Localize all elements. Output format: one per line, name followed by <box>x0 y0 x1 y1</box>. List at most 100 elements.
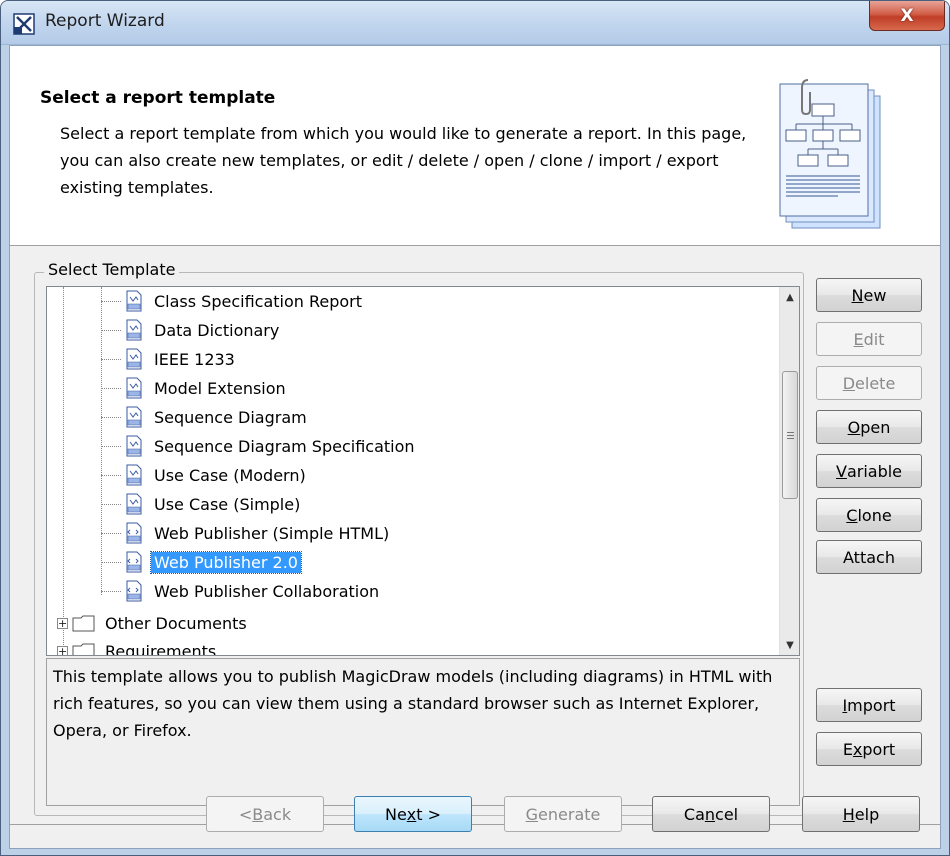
tree-connector <box>101 388 121 389</box>
html-template-icon <box>126 522 142 544</box>
btn-mnemonic: D <box>842 373 856 393</box>
folder-label: Other Documents <box>105 613 247 633</box>
tree-connector <box>101 591 121 592</box>
template-label: Data Dictionary <box>154 320 280 340</box>
list-item[interactable]: Use Case (Simple) <box>123 490 303 518</box>
list-item[interactable]: Class Specification Report <box>123 287 365 315</box>
tree-folder-other-documents[interactable]: + Other Documents <box>57 609 250 637</box>
open-button[interactable]: Open <box>816 410 922 444</box>
report-wizard-window: Report Wizard X Select a report template… <box>0 0 950 856</box>
btn-text: enerate <box>538 804 601 824</box>
btn-text: cel <box>715 804 739 824</box>
close-button[interactable]: X <box>869 1 945 31</box>
btn-text: elp <box>854 804 880 824</box>
report-template-icon <box>126 377 142 399</box>
wizard-client-area: Select a report template Select a report… <box>9 45 941 849</box>
help-button[interactable]: Help <box>802 796 920 832</box>
tree-connector <box>101 533 121 534</box>
grip-line <box>787 432 794 433</box>
list-item[interactable]: Model Extension <box>123 374 289 402</box>
template-label: Sequence Diagram <box>154 407 307 427</box>
btn-text: ariable <box>846 461 903 481</box>
list-item[interactable]: Web Publisher (Simple HTML) <box>123 519 392 547</box>
title-bar[interactable]: Report Wizard X <box>1 1 949 45</box>
btn-text: t > <box>416 804 442 824</box>
btn-text: ack <box>263 804 292 824</box>
tree-connector <box>101 446 121 447</box>
select-template-group-label: Select Template <box>44 260 180 279</box>
template-label: Use Case (Modern) <box>154 465 306 485</box>
btn-text: port <box>862 739 896 759</box>
scrollbar-thumb[interactable] <box>782 371 798 499</box>
template-label: Web Publisher 2.0 <box>150 550 302 574</box>
scroll-down-icon[interactable]: ▼ <box>780 635 799 655</box>
report-template-icon <box>126 348 142 370</box>
tree-connector <box>101 417 121 418</box>
report-template-icon <box>126 406 142 428</box>
tree-connector <box>101 359 121 360</box>
expand-icon[interactable]: + <box>57 645 68 655</box>
folder-icon <box>72 643 95 655</box>
grip-line <box>787 438 794 439</box>
btn-mnemonic: V <box>835 461 847 481</box>
report-wizard-app-icon <box>13 13 35 35</box>
btn-text: lone <box>857 505 892 525</box>
page-description: Select a report template from which you … <box>60 124 747 197</box>
template-label: IEEE 1233 <box>154 349 235 369</box>
generate-button[interactable]: Generate <box>504 796 622 832</box>
tree-vertical-scrollbar[interactable]: ▲ ▼ <box>779 287 799 655</box>
new-button[interactable]: New <box>816 278 922 312</box>
list-item[interactable]: IEEE 1233 <box>123 345 238 373</box>
page-title: Select a report template <box>40 88 276 108</box>
list-item[interactable]: Use Case (Modern) <box>123 461 309 489</box>
back-button[interactable]: < Back <box>206 796 324 832</box>
variable-button[interactable]: Variable <box>816 454 922 488</box>
cancel-button[interactable]: Ca n cel <box>652 796 770 832</box>
list-item-selected[interactable]: Web Publisher 2.0 <box>123 548 302 576</box>
next-button[interactable]: Ne x t > <box>354 796 472 832</box>
tree-connector <box>101 475 121 476</box>
report-template-icon <box>126 464 142 486</box>
list-item[interactable]: Data Dictionary <box>123 316 282 344</box>
list-item[interactable]: Sequence Diagram <box>123 403 310 431</box>
attach-button[interactable]: Attach <box>816 540 922 574</box>
btn-text: pen <box>860 417 891 437</box>
list-item[interactable]: Web Publisher Collaboration <box>123 577 382 605</box>
edit-button[interactable]: Edit <box>816 322 922 356</box>
btn-text: ew <box>863 285 887 305</box>
btn-text: mport <box>847 695 896 715</box>
btn-mnemonic: C <box>846 505 858 525</box>
template-label: Model Extension <box>154 378 286 398</box>
btn-text: dit <box>863 329 885 349</box>
tree-connector <box>101 562 121 563</box>
wizard-header: Select a report template Select a report… <box>10 46 940 246</box>
list-item[interactable]: Sequence Diagram Specification <box>123 432 418 460</box>
scroll-up-icon[interactable]: ▲ <box>780 287 799 307</box>
import-button[interactable]: Import <box>816 688 922 722</box>
btn-text: elete <box>855 373 896 393</box>
template-tree[interactable]: Class Specification Report Data Dictiona… <box>46 286 800 656</box>
tree-branch-line <box>101 287 102 595</box>
export-button[interactable]: Ex port <box>816 732 922 766</box>
btn-mnemonic: H <box>842 804 855 824</box>
tree-folder-requirements[interactable]: + Requirements <box>57 637 219 655</box>
expand-icon[interactable]: + <box>57 617 68 629</box>
grip-line <box>787 435 794 436</box>
folder-icon <box>72 615 95 632</box>
btn-mnemonic: N <box>851 285 864 305</box>
template-label: Web Publisher Collaboration <box>154 581 380 601</box>
report-template-icon <box>126 493 142 515</box>
clone-button[interactable]: Clone <box>816 498 922 532</box>
report-template-icon <box>126 319 142 341</box>
report-documents-illustration <box>779 79 881 229</box>
btn-text: Attach <box>843 547 895 567</box>
template-description: This template allows you to publish Magi… <box>46 658 800 806</box>
btn-mnemonic: n <box>704 804 716 824</box>
template-label: Class Specification Report <box>154 291 363 311</box>
btn-mnemonic: B <box>252 804 264 824</box>
tree-root-line <box>63 287 64 655</box>
close-icon: X <box>900 5 914 26</box>
tree-connector <box>101 330 121 331</box>
delete-button[interactable]: Delete <box>816 366 922 400</box>
tree-connector <box>101 504 121 505</box>
